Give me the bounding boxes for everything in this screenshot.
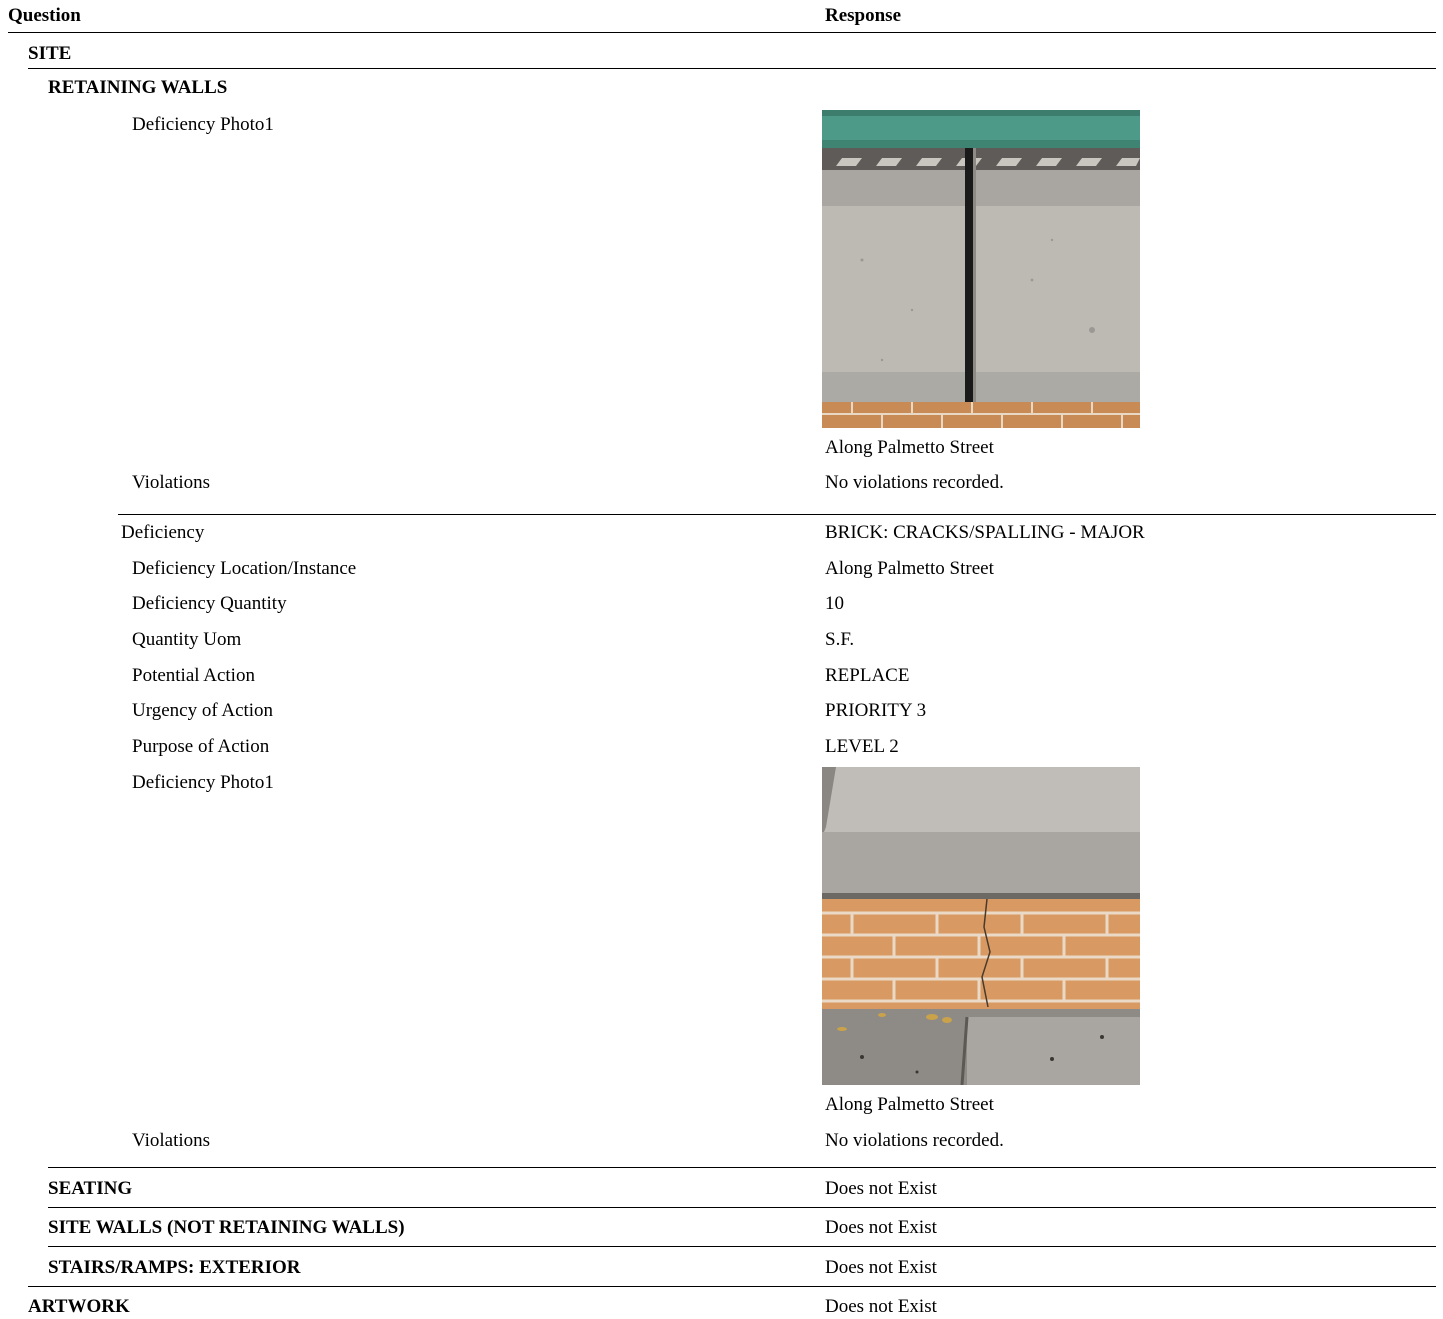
deficiency-divider	[118, 514, 1436, 515]
subsection-retaining-walls-heading: RETAINING WALLS	[48, 77, 228, 98]
quantity-value: 10	[825, 593, 844, 614]
subsection-divider	[48, 1207, 1436, 1208]
urgency-value: PRIORITY 3	[825, 700, 927, 721]
deficiency-photo-label: Deficiency Photo1	[132, 114, 274, 135]
location-label: Deficiency Location/Instance	[132, 558, 357, 579]
purpose-value: LEVEL 2	[825, 736, 899, 757]
section-site-heading: SITE	[28, 43, 72, 64]
subsection-stairs-ramps-heading: STAIRS/RAMPS: EXTERIOR	[48, 1257, 301, 1278]
photo-caption: Along Palmetto Street	[825, 437, 994, 458]
section-divider	[28, 1286, 1436, 1287]
section-divider	[28, 68, 1436, 69]
subsection-divider	[48, 1167, 1436, 1168]
purpose-label: Purpose of Action	[132, 736, 270, 757]
violations-label: Violations	[132, 472, 211, 493]
photo-caption: Along Palmetto Street	[825, 1094, 994, 1115]
header-divider	[8, 32, 1436, 33]
artwork-response: Does not Exist	[825, 1296, 937, 1317]
potential-action-label: Potential Action	[132, 665, 255, 686]
deficiency-label: Deficiency	[121, 522, 205, 543]
subsection-seating-heading: SEATING	[48, 1178, 133, 1199]
deficiency-photo-label: Deficiency Photo1	[132, 772, 274, 793]
seating-response: Does not Exist	[825, 1178, 937, 1199]
deficiency-photo-concrete-joint	[822, 110, 1140, 428]
uom-label: Quantity Uom	[132, 629, 242, 650]
deficiency-photo-brick-crack	[822, 767, 1140, 1085]
violations-label: Violations	[132, 1130, 211, 1151]
site-walls-response: Does not Exist	[825, 1217, 937, 1238]
subsection-divider	[48, 1246, 1436, 1247]
location-value: Along Palmetto Street	[825, 558, 994, 579]
urgency-label: Urgency of Action	[132, 700, 274, 721]
subsection-site-walls-heading: SITE WALLS (NOT RETAINING WALLS)	[48, 1217, 405, 1238]
quantity-label: Deficiency Quantity	[132, 593, 287, 614]
stairs-ramps-response: Does not Exist	[825, 1257, 937, 1278]
deficiency-value: BRICK: CRACKS/SPALLING - MAJOR	[825, 522, 1145, 543]
uom-value: S.F.	[825, 629, 855, 650]
potential-action-value: REPLACE	[825, 665, 910, 686]
question-column-header: Question	[8, 5, 81, 26]
violations-value: No violations recorded.	[825, 472, 1004, 493]
section-artwork-heading: ARTWORK	[28, 1296, 130, 1317]
violations-value: No violations recorded.	[825, 1130, 1004, 1151]
response-column-header: Response	[825, 5, 902, 26]
